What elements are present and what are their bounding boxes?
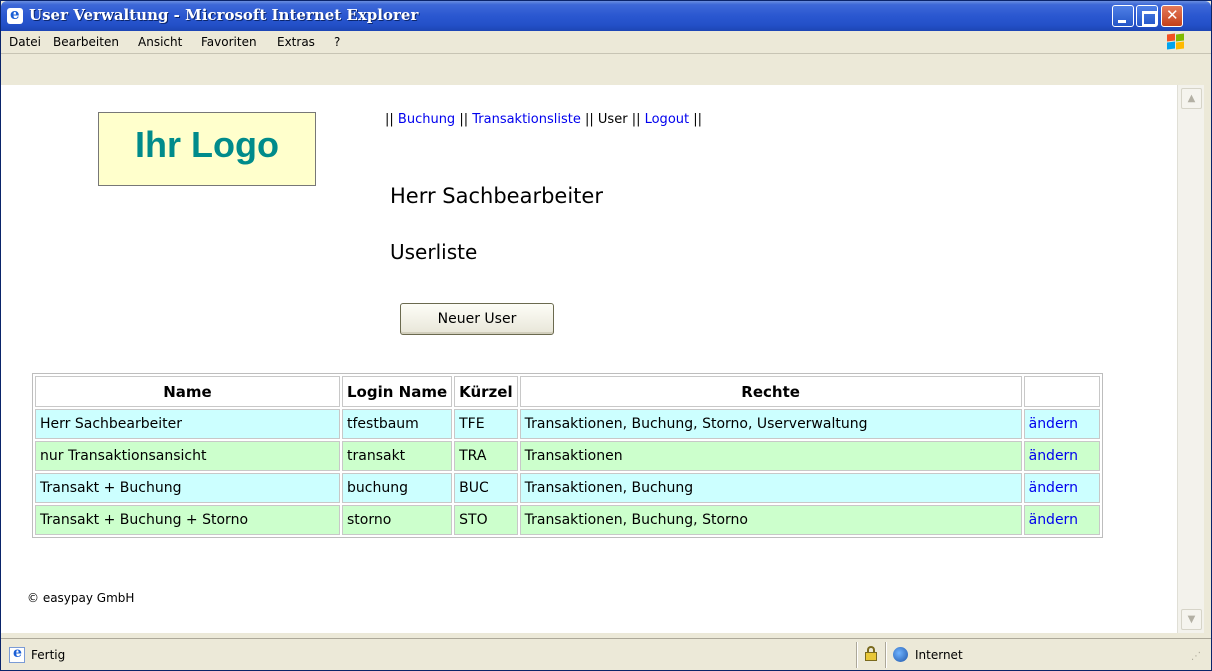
cell-name: Transakt + Buchung [35, 473, 340, 503]
security-zone-label: Internet [915, 648, 963, 662]
maximize-button[interactable] [1136, 5, 1158, 27]
nav-separator: || [385, 112, 394, 127]
internet-explorer-icon [7, 5, 23, 24]
header-rechte: Rechte [519, 376, 1022, 407]
cell-kuerzel: BUC [454, 473, 518, 503]
table-row: Herr Sachbearbeiter tfestbaum TFE Transa… [35, 409, 1100, 439]
nav-separator: || [693, 112, 703, 127]
scroll-down-button[interactable]: ▼ [1181, 609, 1202, 630]
cell-name: nur Transaktionsansicht [35, 441, 340, 471]
menu-ansicht[interactable]: Ansicht [138, 35, 182, 49]
page-icon [9, 645, 25, 663]
windows-logo-icon [1166, 33, 1186, 51]
status-text: Fertig [31, 648, 66, 662]
status-divider [885, 642, 887, 668]
edit-link[interactable]: ändern [1023, 505, 1100, 535]
header-kuerzel: Kürzel [454, 376, 518, 407]
user-table: Name Login Name Kürzel Rechte Herr Sachb… [32, 373, 1103, 538]
table-row: nur Transaktionsansicht transakt TRA Tra… [35, 441, 1100, 471]
cell-login: transakt [342, 441, 453, 471]
nav-link-logout[interactable]: Logout [645, 112, 690, 127]
edit-link[interactable]: ändern [1023, 473, 1100, 503]
cell-rechte: Transaktionen, Buchung, Storno, Userverw… [519, 409, 1022, 439]
resize-grip-icon[interactable]: ⋰ [1191, 651, 1205, 665]
title-bar[interactable]: User Verwaltung - Microsoft Internet Exp… [1, 1, 1211, 31]
cell-kuerzel: TRA [454, 441, 518, 471]
lock-icon [864, 646, 878, 661]
cell-login: storno [342, 505, 453, 535]
window-title: User Verwaltung - Microsoft Internet Exp… [29, 6, 419, 24]
header-action [1023, 376, 1100, 407]
cell-kuerzel: STO [454, 505, 518, 535]
cell-kuerzel: TFE [454, 409, 518, 439]
nav-separator: || [459, 112, 469, 127]
nav-link-buchung[interactable]: Buchung [398, 112, 455, 127]
close-button[interactable] [1161, 5, 1183, 27]
cell-name: Transakt + Buchung + Storno [35, 505, 340, 535]
status-divider [856, 642, 858, 668]
cell-rechte: Transaktionen [519, 441, 1022, 471]
table-row: Transakt + Buchung buchung BUC Transakti… [35, 473, 1100, 503]
cell-rechte: Transaktionen, Buchung, Storno [519, 505, 1022, 535]
logo: Ihr Logo [98, 112, 316, 186]
table-header-row: Name Login Name Kürzel Rechte [35, 376, 1100, 407]
menu-help[interactable]: ? [334, 35, 340, 49]
main-navigation: || Buchung || Transaktionsliste || User … [385, 112, 702, 127]
cell-login: buchung [342, 473, 453, 503]
menu-bar: Datei Bearbeiten Ansicht Favoriten Extra… [1, 31, 1211, 54]
table-row: Transakt + Buchung + Storno storno STO T… [35, 505, 1100, 535]
current-user-name: Herr Sachbearbeiter [390, 184, 603, 208]
nav-link-transaktionsliste[interactable]: Transaktionsliste [472, 112, 581, 127]
nav-current-user: User [597, 112, 628, 127]
nav-separator: || [585, 112, 594, 127]
status-bar: Fertig Internet ⋰ [1, 638, 1211, 670]
minimize-button[interactable] [1112, 5, 1134, 27]
header-name: Name [35, 376, 340, 407]
page-content: Ihr Logo || Buchung || Transaktionsliste… [11, 85, 1177, 633]
page-title: Userliste [390, 240, 478, 264]
cell-rechte: Transaktionen, Buchung [519, 473, 1022, 503]
content-left-margin [1, 85, 11, 633]
menu-bearbeiten[interactable]: Bearbeiten [53, 35, 119, 49]
browser-window: User Verwaltung - Microsoft Internet Exp… [0, 0, 1212, 671]
scroll-up-button[interactable]: ▲ [1181, 88, 1202, 109]
menu-datei[interactable]: Datei [9, 35, 41, 49]
header-login-name: Login Name [342, 376, 453, 407]
edit-link[interactable]: ändern [1023, 441, 1100, 471]
menu-extras[interactable]: Extras [277, 35, 315, 49]
vertical-scrollbar[interactable]: ▲ ▼ [1177, 85, 1204, 633]
logo-text: Ihr Logo [135, 124, 279, 165]
copyright-footer: © easypay GmbH [27, 591, 135, 605]
internet-zone-icon [893, 647, 908, 662]
menu-favoriten[interactable]: Favoriten [201, 35, 257, 49]
nav-separator: || [631, 112, 641, 127]
new-user-button[interactable]: Neuer User [400, 303, 554, 335]
cell-name: Herr Sachbearbeiter [35, 409, 340, 439]
edit-link[interactable]: ändern [1023, 409, 1100, 439]
cell-login: tfestbaum [342, 409, 453, 439]
